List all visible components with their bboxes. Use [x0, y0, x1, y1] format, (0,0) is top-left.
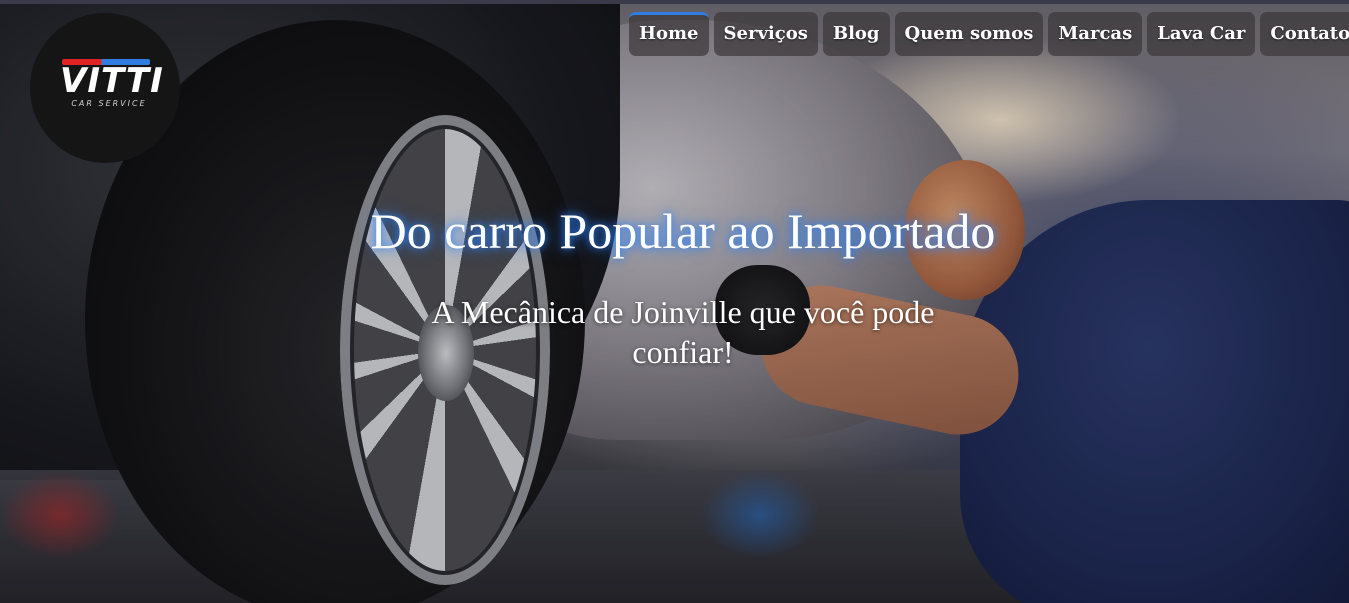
- nav-item-lava-car[interactable]: Lava Car: [1147, 12, 1256, 56]
- nav-item-servicos[interactable]: Serviços: [713, 12, 818, 56]
- nav-item-contatos[interactable]: Contatos: [1260, 12, 1349, 56]
- top-border: [0, 0, 1349, 4]
- nav-item-blog[interactable]: Blog: [822, 12, 890, 56]
- hero-section: VITTI CAR SERVICE Home Serviços Blog Que…: [0, 0, 1349, 603]
- logo-wordmark: VITTI: [60, 61, 164, 101]
- nav-item-marcas[interactable]: Marcas: [1048, 12, 1143, 56]
- nav-item-quem-somos[interactable]: Quem somos: [894, 12, 1044, 56]
- nav-item-home[interactable]: Home: [629, 12, 709, 56]
- hero-subtitle: A Mecânica de Joinville que você pode co…: [431, 294, 935, 370]
- site-logo[interactable]: VITTI CAR SERVICE: [30, 13, 180, 163]
- main-nav: Home Serviços Blog Quem somos Marcas Lav…: [629, 12, 1349, 56]
- hero-title: Do carro Popular ao Importado: [370, 203, 996, 259]
- logo-subtext: CAR SERVICE: [71, 99, 147, 108]
